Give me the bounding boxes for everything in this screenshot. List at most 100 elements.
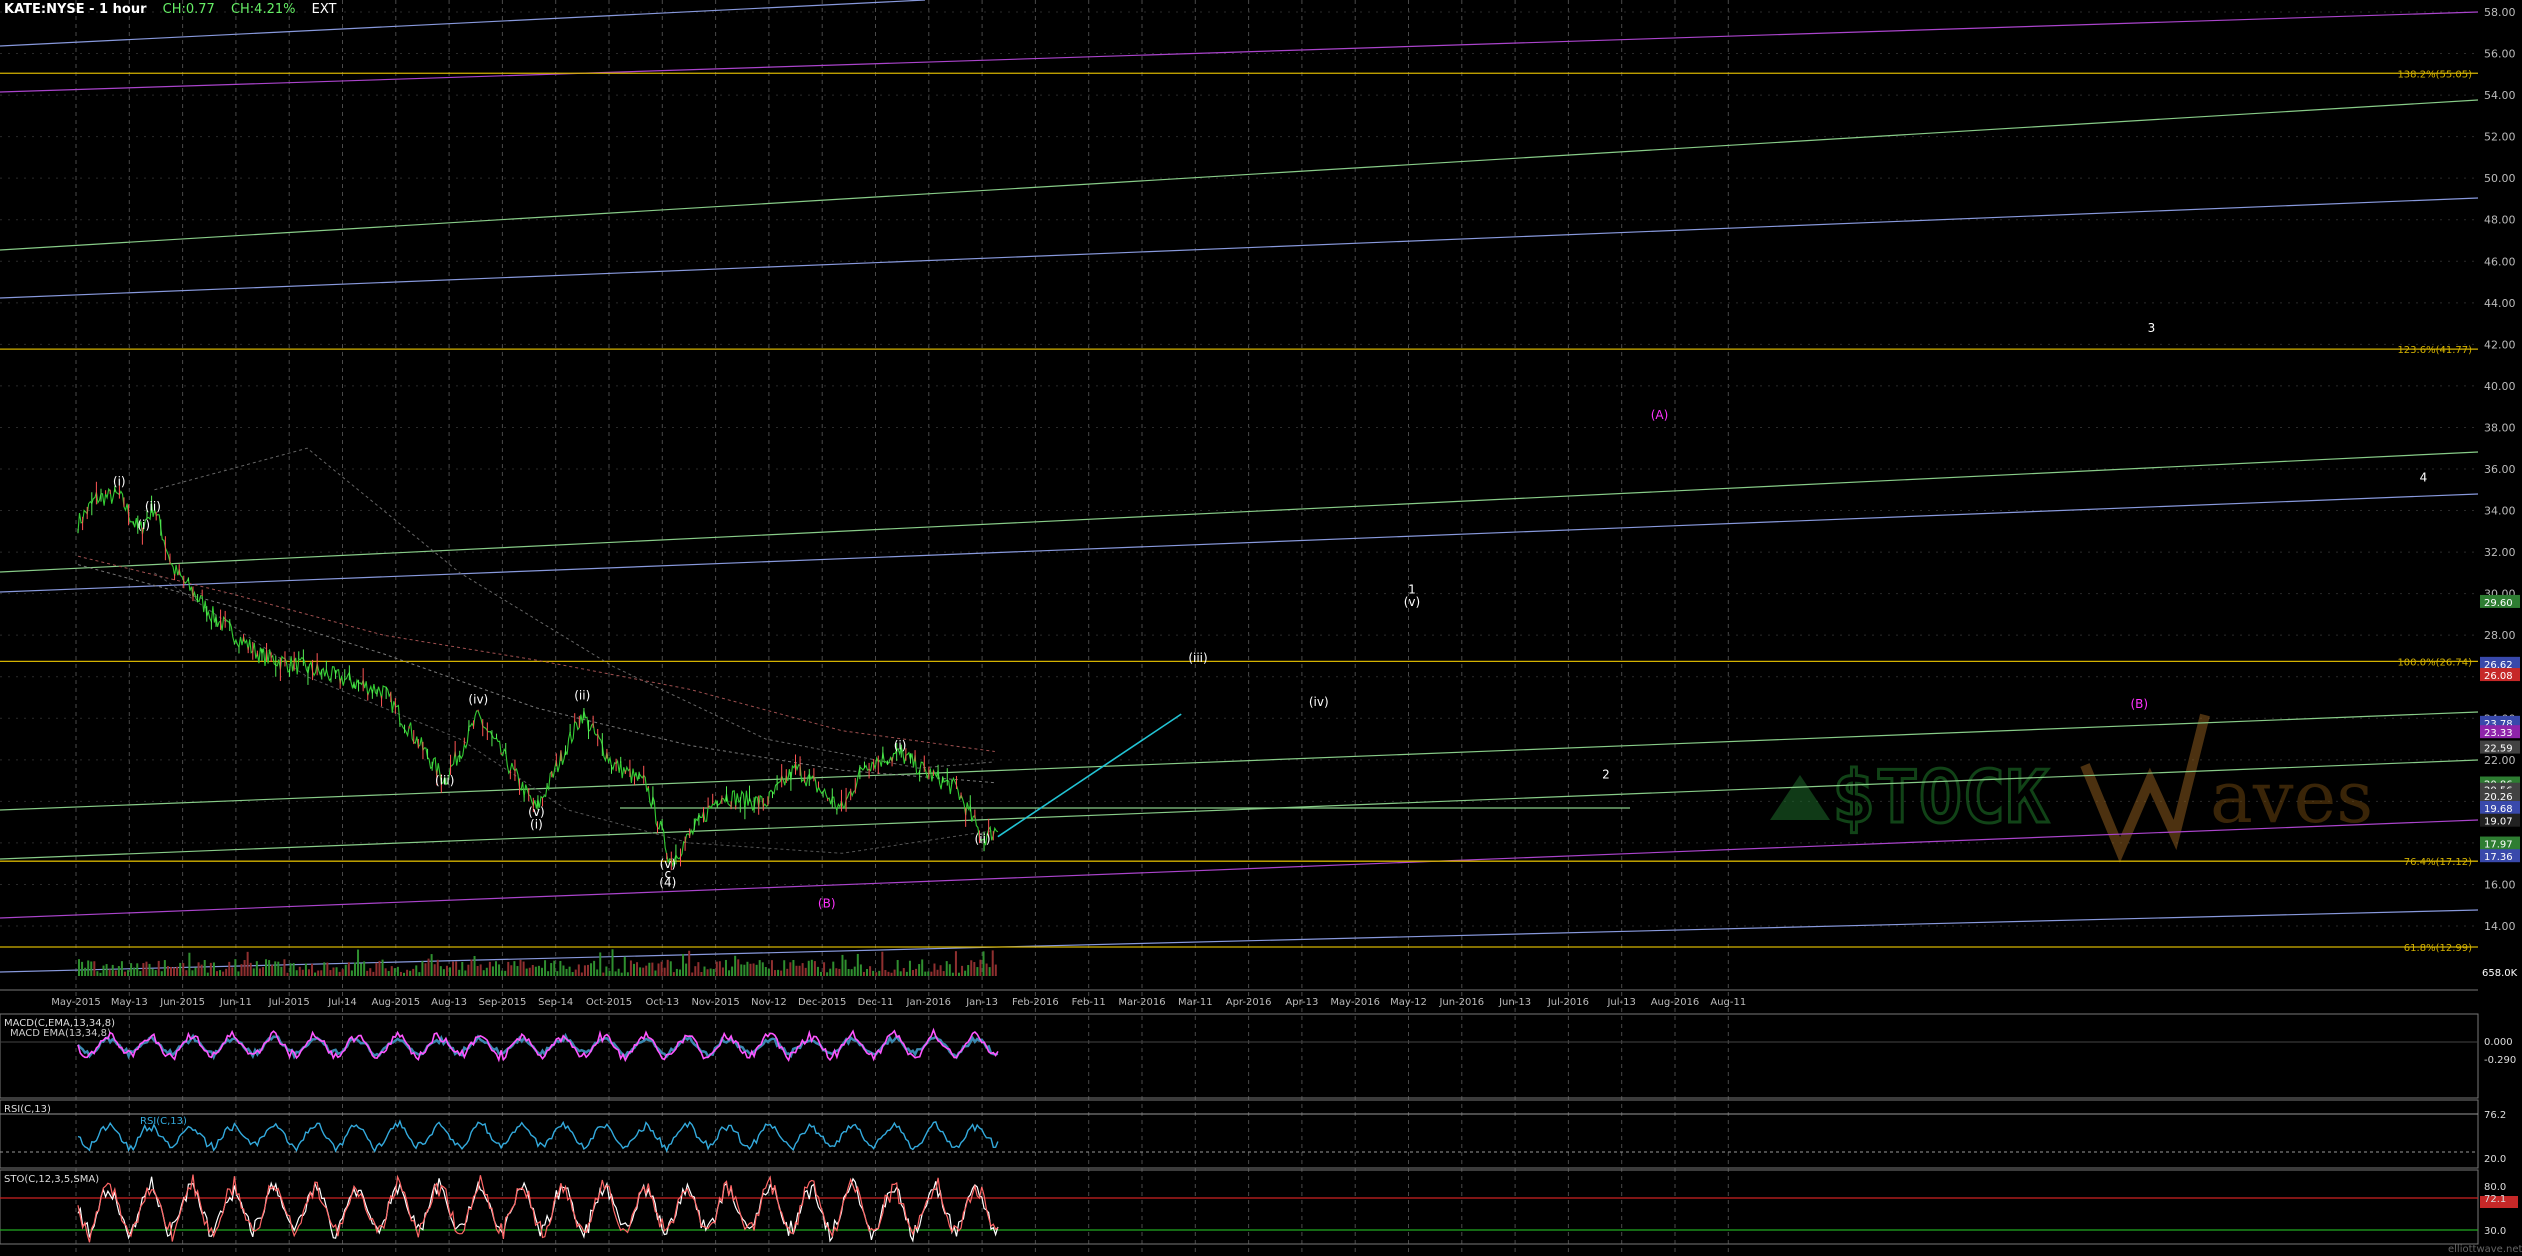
volume-bar xyxy=(875,972,878,976)
volume-bar xyxy=(675,968,678,976)
volume-bar xyxy=(859,964,862,976)
volume-bar xyxy=(740,964,743,976)
volume-bar xyxy=(234,959,237,976)
volume-bar xyxy=(295,970,298,976)
volume-bar xyxy=(369,968,372,976)
volume-bar xyxy=(540,967,543,976)
stochastic-panel: STO(C,12,3,5,SMA) 80.072.1 30.0 xyxy=(0,1169,2518,1245)
rsi-line xyxy=(77,1119,999,1153)
volume-bar xyxy=(194,967,197,976)
volume-bar xyxy=(743,964,746,976)
price-tag: 22.59 xyxy=(2484,744,2513,755)
volume-bar xyxy=(344,964,347,976)
trend-line xyxy=(0,99,2479,251)
volume-bar xyxy=(528,967,531,976)
trend-line xyxy=(0,11,2479,93)
volume-bar xyxy=(255,961,258,976)
volume-bar xyxy=(280,966,283,976)
volume-bar xyxy=(320,970,323,976)
volume-bar xyxy=(452,961,455,976)
volume-bar xyxy=(381,959,384,976)
wave-label: (iv) xyxy=(468,693,488,707)
fib-label: 123.6%(41.77) xyxy=(2397,345,2472,356)
volume-bar xyxy=(660,961,663,976)
volume-bar xyxy=(967,965,970,976)
volume-bar xyxy=(777,969,780,976)
watermark-left: $TOCK xyxy=(1832,755,2049,839)
wave-label: (i) xyxy=(137,518,150,532)
volume-bar xyxy=(301,969,304,976)
volume-bar xyxy=(298,966,301,976)
time-tick: Jan-2016 xyxy=(906,997,951,1008)
volume-bar xyxy=(829,968,832,976)
volume-bar xyxy=(360,963,363,976)
volume-bar xyxy=(108,969,111,976)
volume-bar xyxy=(292,963,295,976)
time-tick: Aug-2015 xyxy=(372,997,421,1008)
volume-bar xyxy=(231,967,234,976)
time-tick: Apr-2016 xyxy=(1226,997,1272,1008)
moving-average-lines xyxy=(77,447,995,854)
price-tag: 29.60 xyxy=(2484,598,2513,609)
wave-label: (i) xyxy=(894,738,907,752)
volume-bar xyxy=(767,968,770,976)
volume-bar xyxy=(905,971,908,976)
volume-bar xyxy=(130,963,133,976)
volume-bar xyxy=(755,964,758,976)
volume-bar xyxy=(629,960,632,976)
volume-bar xyxy=(623,956,626,976)
volume-bar xyxy=(304,963,307,976)
volume-bar xyxy=(964,970,967,976)
volume-bar xyxy=(90,961,93,976)
volume-bar xyxy=(307,969,310,976)
volume-bar xyxy=(283,959,286,976)
price-tick: 44.00 xyxy=(2484,297,2516,310)
volume-bar xyxy=(114,970,117,976)
price-tick: 56.00 xyxy=(2484,48,2516,61)
time-tick: Jun-2015 xyxy=(159,997,205,1008)
time-tick: Jun-2016 xyxy=(1438,997,1484,1008)
volume-bar xyxy=(127,970,130,976)
volume-bar xyxy=(936,969,939,976)
volume-bar xyxy=(421,961,424,976)
time-tick: May-2016 xyxy=(1330,997,1380,1008)
volume-bar xyxy=(93,961,96,976)
price-tick: 34.00 xyxy=(2484,505,2516,518)
volume-bar xyxy=(151,968,154,976)
wave-label: (ii) xyxy=(975,832,991,846)
volume-bar xyxy=(265,959,268,976)
wave-label: (ii) xyxy=(574,689,590,703)
time-tick: Feb-11 xyxy=(1072,997,1106,1008)
volume-bar xyxy=(565,968,568,976)
volume-bar xyxy=(577,964,580,976)
volume-bar xyxy=(424,963,427,976)
price-tick: 28.00 xyxy=(2484,629,2516,642)
volume-bar xyxy=(764,967,767,976)
volume-bar xyxy=(869,966,872,976)
volume-bar xyxy=(562,965,565,976)
chart-canvas: $TOCK aves 138.2%(55.05) 123.6%(41.77) 100… xyxy=(0,0,2522,1256)
volume-bar xyxy=(102,965,105,976)
volume-bar xyxy=(206,972,209,976)
volume-bar xyxy=(415,965,418,976)
volume-bar xyxy=(516,966,519,976)
volume-bar xyxy=(774,970,777,976)
price-tick: 36.00 xyxy=(2484,463,2516,476)
volume-bar xyxy=(810,959,813,976)
volume-bar xyxy=(556,971,559,976)
volume-bar xyxy=(942,971,945,976)
volume-bar xyxy=(547,971,550,976)
volume-bar xyxy=(718,961,721,976)
volume-bar xyxy=(537,965,540,976)
price-tick: 54.00 xyxy=(2484,89,2516,102)
volume-bar xyxy=(620,972,623,976)
volume-bar xyxy=(173,967,176,976)
volume-bar xyxy=(571,972,574,976)
panel-tick: 76.2 xyxy=(2484,1110,2506,1121)
volume-bar xyxy=(169,966,172,976)
volume-bar xyxy=(219,970,222,976)
volume-bar xyxy=(525,968,528,976)
volume-bar xyxy=(353,962,356,976)
volume-bar xyxy=(639,967,642,976)
volume-bar xyxy=(574,969,577,976)
